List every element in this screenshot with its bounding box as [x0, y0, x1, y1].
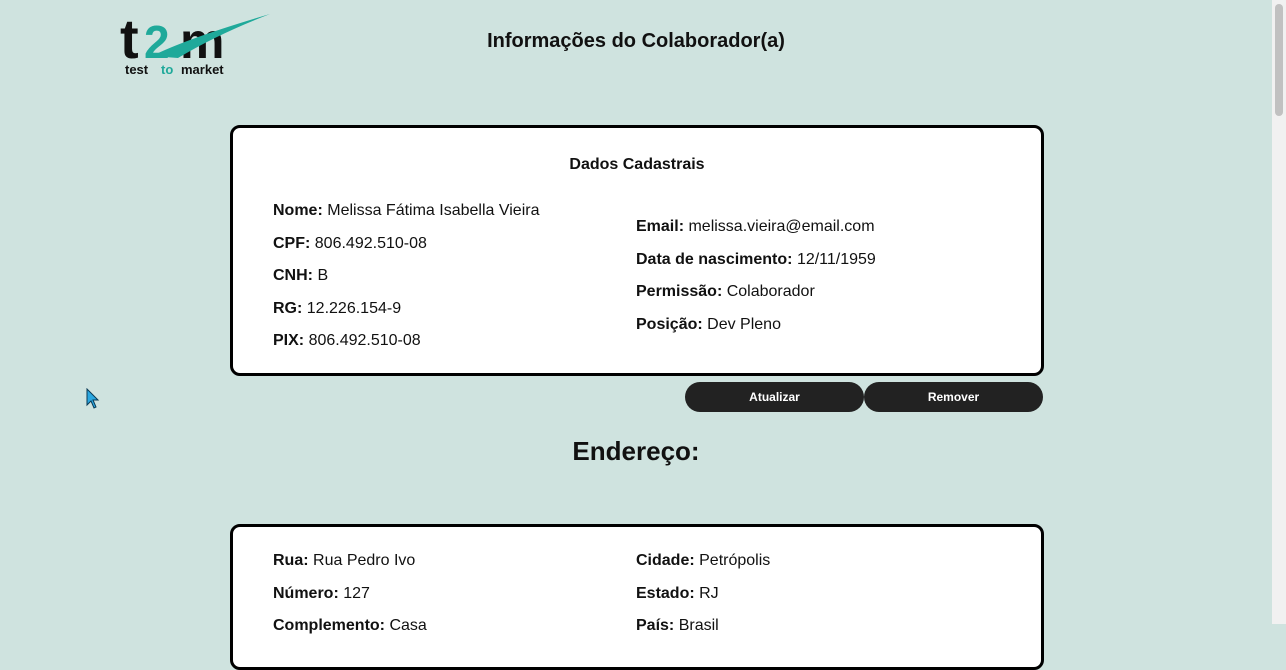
- field-pais: País: Brasil: [636, 617, 719, 635]
- dados-left-column: Nome: Melissa Fátima Isabella Vieira CPF…: [273, 201, 539, 364]
- field-nome: Nome: Melissa Fátima Isabella Vieira: [273, 202, 540, 219]
- svg-text:to: to: [161, 62, 173, 77]
- endereco-title: Endereço:: [572, 436, 700, 466]
- svg-text:test: test: [125, 62, 149, 77]
- mouse-cursor-icon: [86, 387, 100, 410]
- field-cnh: CNH: B: [273, 267, 329, 285]
- field-cpf: CPF: 806.492.510-08: [273, 234, 427, 252]
- endereco-card: Rua: Rua Pedro Ivo Número: 127 Complemen…: [230, 524, 1044, 670]
- dados-cadastrais-title: Dados Cadastrais: [569, 156, 705, 173]
- vertical-scrollbar[interactable]: [1272, 0, 1286, 624]
- field-pix: PIX: 806.492.510-08: [273, 332, 421, 350]
- endereco-right-column: Cidade: Petrópolis Estado: RJ País: Bras…: [636, 551, 770, 649]
- field-rua: Rua: Rua Pedro Ivo: [273, 552, 416, 569]
- page-title: Informações do Colaborador(a): [487, 30, 785, 52]
- scrollbar-thumb[interactable]: [1275, 4, 1283, 116]
- field-numero: Número: 127: [273, 584, 370, 602]
- field-cidade: Cidade: Petrópolis: [636, 552, 771, 569]
- field-email: Email: melissa.vieira@email.com: [636, 218, 875, 235]
- field-data-nascimento: Data de nascimento: 12/11/1959: [636, 250, 876, 268]
- update-button[interactable]: Atualizar: [685, 382, 864, 412]
- field-rg: RG: 12.226.154-9: [273, 299, 402, 317]
- remove-button[interactable]: Remover: [864, 382, 1043, 412]
- field-complemento: Complemento: Casa: [273, 617, 427, 635]
- field-posicao: Posição: Dev Pleno: [636, 315, 781, 333]
- svg-text:market: market: [181, 62, 224, 77]
- endereco-left-column: Rua: Rua Pedro Ivo Número: 127 Complemen…: [273, 551, 427, 649]
- dados-right-column: Email: melissa.vieira@email.com Data de …: [636, 217, 876, 347]
- field-estado: Estado: RJ: [636, 584, 719, 602]
- field-permissao: Permissão: Colaborador: [636, 283, 815, 301]
- dados-cadastrais-card: Dados Cadastrais Nome: Melissa Fátima Is…: [230, 125, 1044, 376]
